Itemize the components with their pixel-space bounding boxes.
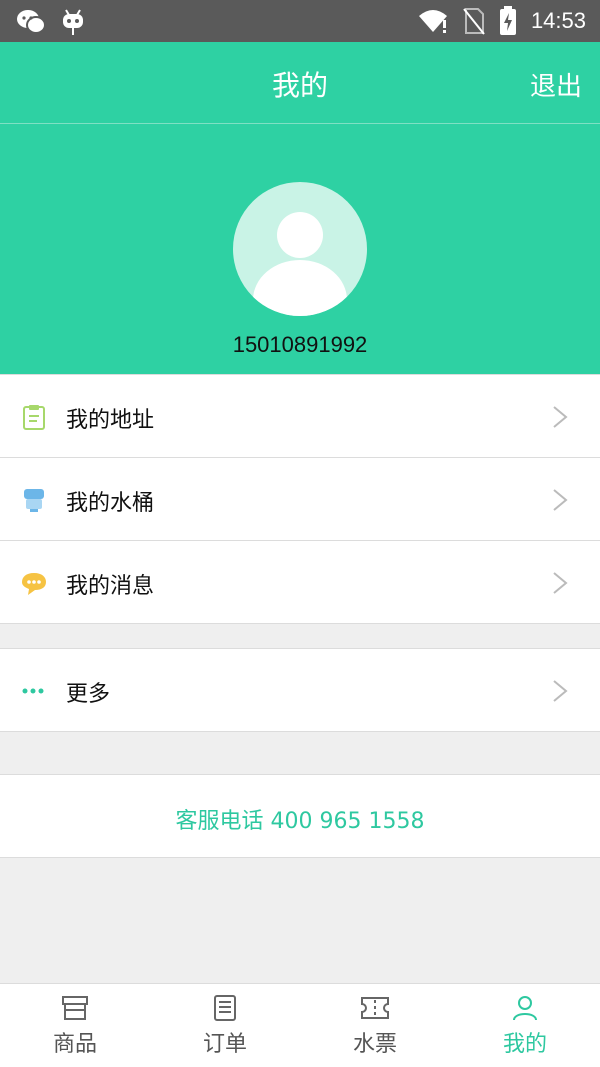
wechat-icon [17,10,46,34]
clipboard-icon [23,405,45,430]
no-sim-icon [463,8,485,35]
android-debug-icon [63,9,83,35]
tab-products[interactable]: 商品 [0,984,150,1067]
store-icon [62,996,88,1020]
tab-label: 水票 [352,1032,397,1057]
user-phone: 15010891992 [232,332,368,357]
avatar-body [253,260,347,316]
avatar-head [277,212,323,258]
tab-label: 订单 [202,1032,247,1057]
profile-icon [513,996,537,1021]
bottom-tab-bar: 商品 订单 水票 我的 [0,983,600,1067]
chevron-right-icon [553,406,568,428]
service-hotline-text: 客服电话 400 965 1558 [175,809,425,834]
tab-label: 商品 [52,1032,97,1057]
battery-charging-icon [499,6,516,35]
menu-item-bucket[interactable]: 我的水桶 [0,457,600,541]
chevron-right-icon [553,572,568,594]
status-left-icons [16,8,86,36]
logout-button[interactable]: 退出 [530,66,582,103]
wifi-icon [418,10,447,33]
tab-orders[interactable]: 订单 [150,984,300,1067]
chevron-right-icon [553,489,568,511]
header: 我的 退出 [0,42,600,124]
menu-item-label: 更多 [66,682,111,707]
tab-mine[interactable]: 我的 [450,984,600,1067]
status-bar: 14:53 [0,0,600,42]
message-bubble-icon [22,573,46,595]
tab-label: 我的 [502,1032,547,1057]
page-title: 我的 [271,69,328,102]
chevron-right-icon [553,680,568,702]
more-dots-icon [22,688,44,694]
menu-item-label: 我的水桶 [66,491,155,516]
orders-icon [214,995,236,1021]
status-time: 14:53 [530,8,586,33]
ticket-icon [361,997,389,1019]
profile-section: 15010891992 [0,124,600,374]
service-hotline-button[interactable]: 客服电话 400 965 1558 [0,774,600,858]
status-right-icons: 14:53 [417,6,586,36]
menu-item-address[interactable]: 我的地址 [0,374,600,458]
menu-item-label: 我的消息 [66,574,155,599]
menu-item-messages[interactable]: 我的消息 [0,540,600,624]
tab-water-tickets[interactable]: 水票 [300,984,450,1067]
user-avatar-icon[interactable] [233,182,367,316]
water-bucket-icon [24,489,44,512]
menu-item-more[interactable]: 更多 [0,648,600,732]
menu-item-label: 我的地址 [66,408,155,433]
